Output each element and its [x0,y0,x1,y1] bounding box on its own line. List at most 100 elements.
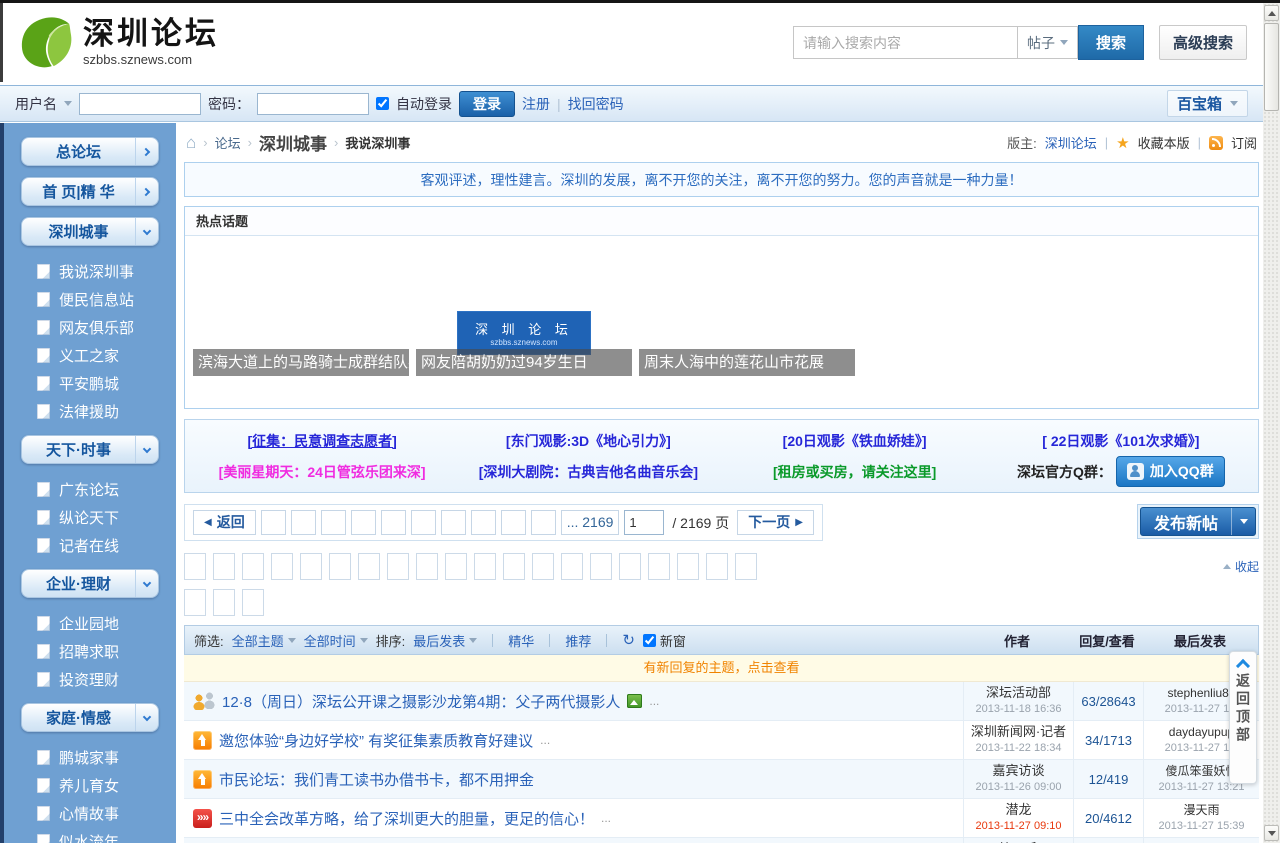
sidebar-item[interactable]: 记者在线 [4,531,176,559]
filter-tag[interactable] [213,553,235,580]
page-number[interactable] [441,510,466,535]
search-type-select[interactable]: 帖子 [1017,26,1078,59]
password-input[interactable] [257,93,369,115]
filter-tag[interactable] [561,553,583,580]
sidebar-item[interactable]: 网友俱乐部 [4,313,176,341]
new-reply-notice[interactable]: 有新回复的主题，点击查看 [184,655,1259,682]
sidebar-nav-button[interactable]: 总论坛 [21,137,159,166]
filter-tag[interactable] [735,553,757,580]
next-page-button[interactable]: 下一页▶ [737,510,814,535]
sidebar-section-button[interactable]: 天下·时事 [21,435,159,464]
new-post-dropdown[interactable] [1231,508,1255,535]
hot-topic-caption[interactable]: 周末人海中的莲花山市花展 [639,349,855,376]
hot-topic-link[interactable] [873,372,1059,397]
page-number[interactable] [321,510,346,535]
vertical-scrollbar[interactable] [1263,3,1280,843]
hot-topic-link[interactable] [873,247,1059,272]
search-input[interactable] [793,26,1017,59]
hot-topic-link[interactable] [873,347,1059,372]
thread-row[interactable]: 市民论坛：我们青工读书办借书卡，都不用押金 ... 嘉宾访谈 2013-11-2… [184,760,1259,799]
sidebar-item[interactable]: 我说深圳事 [4,257,176,285]
hot-topic-link[interactable] [1065,247,1251,272]
page-ellipsis[interactable]: ... 2169 [561,510,620,535]
filter-tag[interactable] [329,553,351,580]
topic-filter-dropdown[interactable]: 全部主题 [232,631,296,650]
hot-topic-link[interactable] [873,322,1059,347]
forum-logo[interactable]: 深圳论坛 szbbs.sznews.com [17,16,219,70]
sidebar-section-arrow[interactable] [135,570,158,597]
announcement-link[interactable]: [深圳大剧院：古典吉他名曲音乐会] [479,464,698,480]
announcement-link[interactable]: [租房或买房，请关注这里] [773,464,936,480]
thread-row[interactable]: 邀您体验“身边好学校” 有奖征集素质教育好建议 ... 深圳新闻网·记者 201… [184,721,1259,760]
filter-tag[interactable] [387,553,409,580]
sidebar-nav-arrow[interactable] [135,138,158,165]
hot-topic-link[interactable] [873,297,1059,322]
collapse-link[interactable]: 收起 [1223,558,1259,575]
recover-password-link[interactable]: 找回密码 [568,94,624,114]
announcement-link[interactable]: [ 22日观影《101次求婚》] [1042,433,1199,449]
filter-tag[interactable] [532,553,554,580]
filter-tag[interactable] [271,553,293,580]
page-number[interactable] [531,510,556,535]
announcement-link[interactable]: [美丽星期天：24日管弦乐团来深] [219,464,426,480]
announcement-link[interactable]: [征集：民意调查志愿者] [247,433,396,449]
announcement-link[interactable]: [20日观影《铁血娇娃》] [783,433,927,449]
last-poster-link[interactable]: stephenliu87 [1167,685,1235,701]
filter-tag[interactable] [648,553,670,580]
sidebar-item[interactable]: 企业园地 [4,609,176,637]
page-jump-input[interactable] [624,510,664,535]
sidebar-section-button[interactable]: 深圳城事 [21,217,159,246]
filter-tag[interactable] [184,589,206,616]
back-to-top-button[interactable]: 返回顶部 [1229,651,1257,784]
page-number[interactable] [471,510,496,535]
home-icon[interactable]: ⌂ [186,134,196,151]
author-link[interactable]: 嘉宾访谈 [992,763,1044,779]
back-button[interactable]: ◀返回 [193,510,256,535]
toolbox-button[interactable]: 百宝箱 [1167,90,1248,117]
thread-row[interactable]: 12·8（周日）深坛公开课之摄影沙龙第4期：父子两代摄影人 ... 深坛活动部 … [184,682,1259,721]
filter-tag[interactable] [358,553,380,580]
page-number[interactable] [291,510,316,535]
time-filter-dropdown[interactable]: 全部时间 [304,631,368,650]
page-number[interactable] [411,510,436,535]
digest-link[interactable]: 精华 [508,631,534,650]
thread-title-link[interactable]: 三中全会改革方略，给了深圳更大的胆量，更足的信心！ [219,808,594,829]
sidebar-item[interactable]: 招聘求职 [4,637,176,665]
hot-topic-image[interactable]: 深 圳 论 坛 szbbs.sznews.com 网友陪胡奶奶过94岁生日 [416,246,632,376]
last-poster-link[interactable]: daydayupup [1169,724,1234,740]
filter-tag[interactable] [213,589,235,616]
sidebar-item[interactable]: 心情故事 [4,799,176,827]
username-chevron-icon[interactable] [64,101,72,106]
username-input[interactable] [79,93,201,115]
refresh-icon[interactable]: ↻ [622,631,635,649]
last-poster-link[interactable]: 傻瓜笨蛋妖怪 [1165,763,1237,779]
filter-tag[interactable] [445,553,467,580]
filter-tag[interactable] [706,553,728,580]
page-number[interactable] [351,510,376,535]
sidebar-nav-arrow[interactable] [135,178,158,205]
order-dropdown[interactable]: 最后发表 [413,631,477,650]
auto-login-checkbox[interactable] [376,97,389,110]
filter-tag[interactable] [619,553,641,580]
sidebar-nav-button[interactable]: 首 页|精 华 [21,177,159,206]
hot-topic-link[interactable] [1065,347,1251,372]
page-number[interactable] [501,510,526,535]
scrollbar-thumb[interactable] [1264,23,1279,111]
moderator-link[interactable]: 深圳论坛 [1045,133,1097,152]
hot-topic-link[interactable] [1065,297,1251,322]
thread-row[interactable]: 坂田为什么会一地狗血？我来分析给你听 ... 一块五毛八 2013-11-21 … [184,838,1259,843]
filter-tag[interactable] [242,589,264,616]
advanced-search-button[interactable]: 高级搜索 [1159,25,1247,60]
hot-topic-caption[interactable]: 滨海大道上的马路骑士成群结队英 [193,349,409,376]
favorite-board-link[interactable]: 收藏本版 [1138,133,1190,152]
sidebar-item[interactable]: 便民信息站 [4,285,176,313]
new-window-checkbox[interactable] [643,634,656,647]
sidebar-item[interactable]: 似水流年 [4,827,176,843]
hot-topic-link[interactable] [873,272,1059,297]
thread-title-link[interactable]: 12·8（周日）深坛公开课之摄影沙龙第4期：父子两代摄影人 [222,691,620,712]
filter-tag[interactable] [474,553,496,580]
breadcrumb-board[interactable]: 我说深圳事 [345,133,410,152]
breadcrumb-forum[interactable]: 论坛 [215,133,241,152]
sidebar-item[interactable]: 义工之家 [4,341,176,369]
hot-topic-image[interactable]: 周末人海中的莲花山市花展 [639,246,855,376]
